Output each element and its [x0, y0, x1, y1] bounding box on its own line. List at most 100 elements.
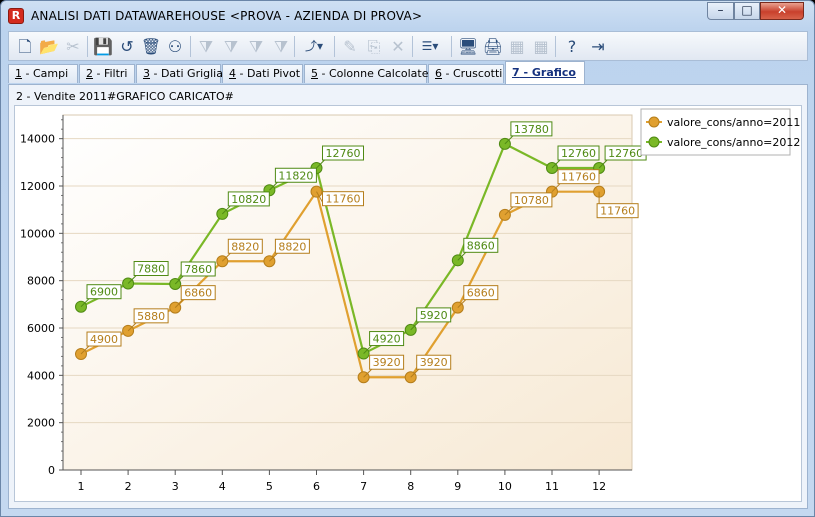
title-bar[interactable]: R ANALISI DATI DATAWAREHOUSE <PROVA - AZ…	[1, 1, 814, 31]
toolbar: 🗋 📂 ✂ 💾 ↺ 🗑 ⚇ ⧩ ⧩ ⧩ ⧩ ⤴▾ ✎ ⎘ ✕ ☰▾ 🖥 🖨 ▦ ▦? ⇥	[8, 31, 808, 61]
x-tick-label: 7	[360, 480, 367, 493]
data-label: 8820	[278, 240, 306, 253]
save-icon[interactable]: 💾	[92, 36, 114, 57]
filter-2-icon[interactable]: ⧩	[220, 36, 242, 57]
chart-tab-content: 2 - Vendite 2011#GRAFICO CARICATO# 0 2000…	[8, 84, 808, 509]
filter-4-icon[interactable]: ⧩	[270, 36, 292, 57]
export-excel-disabled-icon[interactable]: ▦	[506, 36, 528, 57]
tab-key: 2	[86, 67, 93, 80]
grid-layout-icon[interactable]: ☰▾	[415, 36, 445, 57]
tab-key: 3	[143, 67, 150, 80]
data-label: 10780	[514, 194, 549, 207]
y-tick-label: 0	[48, 464, 55, 477]
data-label: 6860	[184, 287, 212, 300]
data-label: 7860	[184, 263, 212, 276]
tab-key: 7	[512, 66, 520, 79]
data-label: 12760	[326, 147, 361, 160]
app-icon[interactable]: R	[8, 8, 24, 24]
tab-filtri[interactable]: 2 - Filtri	[79, 64, 135, 83]
tab-campi[interactable]: 1 - Campi	[8, 64, 78, 83]
y-tick-label: 12000	[20, 180, 55, 193]
data-label: 11820	[278, 169, 313, 182]
main-window: R ANALISI DATI DATAWAREHOUSE <PROVA - AZ…	[0, 0, 815, 517]
x-tick-label: 9	[454, 480, 461, 493]
data-label: 5880	[137, 310, 165, 323]
binoculars-icon[interactable]: ⚇	[164, 36, 186, 57]
tab-dati-griglia[interactable]: 3 - Dati Griglia	[136, 64, 223, 83]
copy-disabled-icon[interactable]: ⎘	[363, 36, 385, 57]
close-button[interactable]: ✕	[760, 2, 804, 20]
toolbar-separator	[451, 36, 452, 57]
y-tick-label: 10000	[20, 227, 55, 240]
legend-swatch-marker	[648, 136, 660, 148]
data-label: 11760	[326, 193, 361, 206]
data-point	[310, 185, 323, 198]
data-label: 3920	[420, 356, 448, 369]
tab-key: 1	[15, 67, 22, 80]
x-tick-label: 8	[407, 480, 414, 493]
data-label: 6900	[90, 286, 118, 299]
data-label: 10820	[231, 193, 266, 206]
tab-colonne-calcolate[interactable]: 5 - Colonne Calcolate	[304, 64, 429, 83]
legend-entry: valore_cons/anno=2011	[667, 116, 800, 129]
chart-type-icon[interactable]: ⤴▾	[299, 36, 329, 57]
y-tick-label: 8000	[27, 275, 55, 288]
x-tick-label: 12	[592, 480, 606, 493]
tab-label: - Grafico	[519, 66, 576, 79]
data-label: 8820	[231, 240, 259, 253]
legend-entry: valore_cons/anno=2012	[667, 136, 800, 149]
toolbar-separator	[190, 36, 191, 57]
x-tick-label: 2	[125, 480, 132, 493]
tab-cruscotti[interactable]: 6 - Cruscotti	[428, 64, 504, 83]
maximize-button[interactable]: □	[734, 2, 760, 20]
window-title: ANALISI DATI DATAWAREHOUSE <PROVA - AZIE…	[31, 9, 423, 23]
y-tick-label: 2000	[27, 417, 55, 430]
filter-3-icon[interactable]: ⧩	[245, 36, 267, 57]
tab-label: - Colonne Calcolate	[318, 67, 429, 80]
x-tick-label: 4	[219, 480, 226, 493]
tab-strip: 1 - Campi 2 - Filtri 3 - Dati Griglia 4 - D…	[8, 61, 808, 84]
y-tick-label: 6000	[27, 322, 55, 335]
data-label: 8860	[467, 239, 495, 252]
open-folder-icon[interactable]: 📂	[38, 36, 60, 57]
data-label: 4900	[90, 333, 118, 346]
tab-grafico[interactable]: 7 - Grafico	[505, 61, 585, 84]
exit-icon[interactable]: ⇥	[587, 36, 609, 57]
tab-label: - Dati Griglia	[150, 67, 223, 80]
tab-key: 6	[435, 67, 442, 80]
x-tick-label: 5	[266, 480, 273, 493]
tab-key: 5	[311, 67, 318, 80]
x-tick-label: 6	[313, 480, 320, 493]
cut-disabled-icon[interactable]: ✂	[62, 36, 84, 57]
toolbar-separator	[334, 36, 335, 57]
x-tick-label: 1	[78, 480, 85, 493]
data-label: 11760	[561, 171, 596, 184]
y-tick-label: 4000	[27, 369, 55, 382]
line-chart: 020004000600080001000012000140001 2 3 4 5 6 7 8…	[20, 108, 800, 493]
undo-icon[interactable]: ↺	[116, 36, 138, 57]
toolbar-separator	[555, 36, 556, 57]
monitor-icon[interactable]: 🖥	[457, 36, 479, 57]
new-document-icon[interactable]: 🗋	[14, 36, 36, 57]
data-label: 3920	[373, 356, 401, 369]
tab-key: 4	[229, 67, 236, 80]
filter-1-icon[interactable]: ⧩	[195, 36, 217, 57]
data-label: 7880	[137, 263, 165, 276]
data-label: 12760	[608, 147, 643, 160]
export-disabled-icon[interactable]: ▦	[530, 36, 552, 57]
clear-disabled-icon[interactable]: ✕	[387, 36, 409, 57]
data-label: 5920	[420, 309, 448, 322]
y-tick-label: 14000	[20, 133, 55, 146]
help-icon[interactable]: ?	[561, 36, 583, 57]
x-tick-label: 3	[172, 480, 179, 493]
tab-label: - Campi	[22, 67, 69, 80]
delete-icon[interactable]: 🗑	[140, 36, 162, 57]
x-tick-label: 11	[545, 480, 559, 493]
edit-disabled-icon[interactable]: ✎	[339, 36, 361, 57]
minimize-button[interactable]: –	[707, 2, 734, 20]
x-tick-label: 10	[498, 480, 512, 493]
legend-swatch-marker	[648, 116, 660, 128]
tab-dati-pivot[interactable]: 4 - Dati Pivot	[222, 64, 303, 83]
tab-label: - Filtri	[93, 67, 128, 80]
print-icon[interactable]: 🖨	[482, 36, 504, 57]
